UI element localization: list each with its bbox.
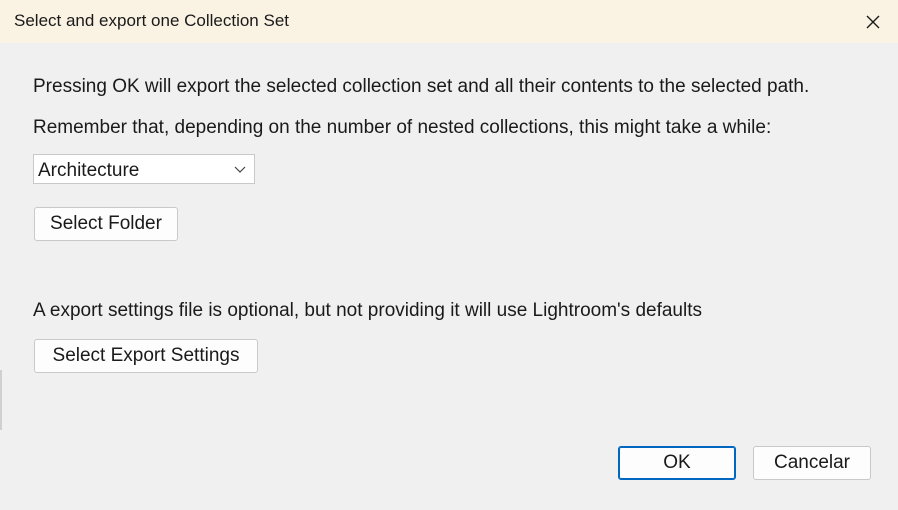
window-title: Select and export one Collection Set <box>14 11 290 30</box>
instruction-text-warning: Remember that, depending on the number o… <box>33 117 772 138</box>
export-collection-set-dialog: Select and export one Collection Set Pre… <box>0 0 898 510</box>
close-icon <box>866 15 880 28</box>
title-bar[interactable]: Select and export one Collection Set <box>0 0 898 43</box>
window-edge-divider <box>0 370 2 430</box>
select-export-settings-button[interactable]: Select Export Settings <box>34 339 258 373</box>
ok-button[interactable]: OK <box>618 446 736 480</box>
collection-set-dropdown[interactable]: Architecture <box>33 154 255 184</box>
cancel-button[interactable]: Cancelar <box>753 446 871 480</box>
close-button[interactable] <box>848 0 898 43</box>
chevron-down-icon <box>234 166 246 173</box>
collection-set-selected-value: Architecture <box>38 160 140 181</box>
instruction-text-export: Pressing OK will export the selected col… <box>33 76 810 97</box>
select-folder-button[interactable]: Select Folder <box>34 207 178 241</box>
export-settings-hint-text: A export settings file is optional, but … <box>33 300 702 321</box>
